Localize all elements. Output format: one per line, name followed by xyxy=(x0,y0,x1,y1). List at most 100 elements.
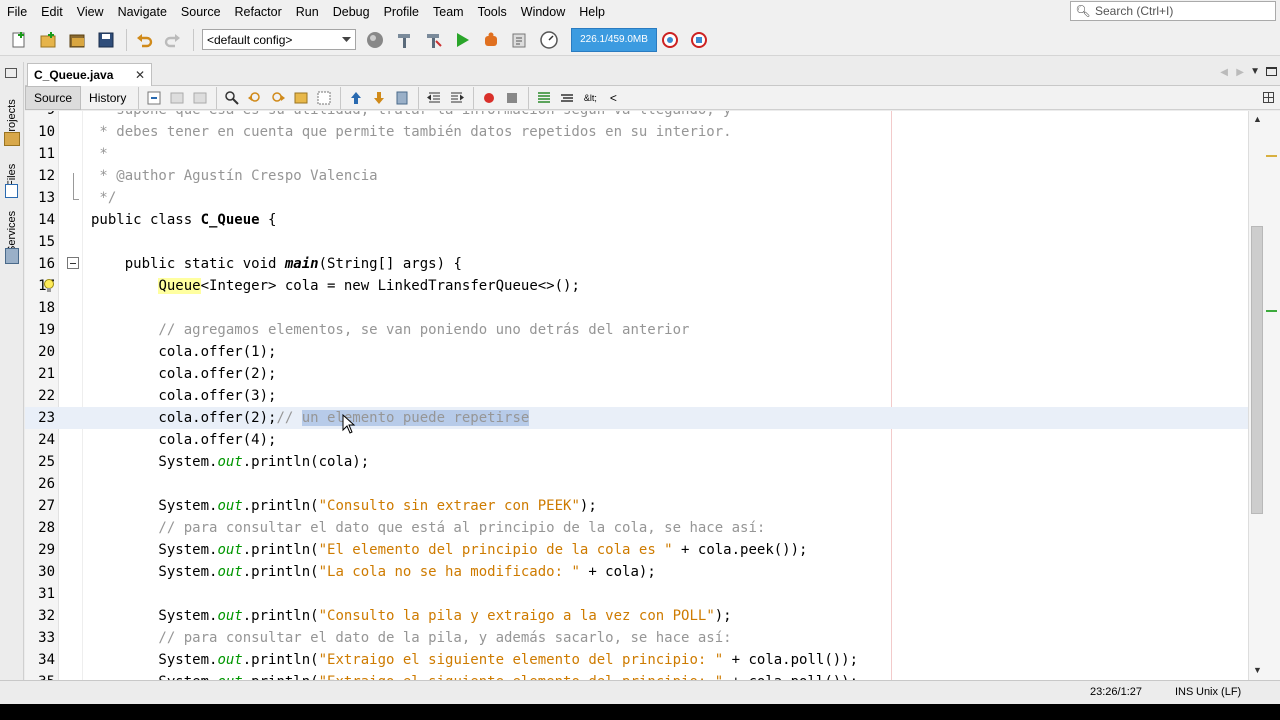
stop-macro-icon[interactable] xyxy=(501,88,523,108)
code-line[interactable]: 10 * debes tener en cuenta que permite t… xyxy=(25,121,1248,143)
tab-history[interactable]: History xyxy=(81,86,134,110)
menu-file[interactable]: File xyxy=(0,0,34,24)
save-all-icon[interactable] xyxy=(93,27,119,53)
code-line[interactable]: 29 System.out.println("El elemento del p… xyxy=(25,539,1248,561)
code-line[interactable]: 17 Queue<Integer> cola = new LinkedTrans… xyxy=(25,275,1248,297)
shift-right-icon[interactable] xyxy=(446,88,468,108)
code-line[interactable]: 24 cola.offer(4); xyxy=(25,429,1248,451)
html-escape-icon[interactable]: &lt; xyxy=(579,88,601,108)
code-line[interactable]: 14 public class C_Queue { xyxy=(25,209,1248,231)
lightbulb-icon[interactable] xyxy=(43,278,55,294)
menu-profile[interactable]: Profile xyxy=(377,0,426,24)
undo-icon[interactable] xyxy=(131,27,157,53)
search-input[interactable]: 🔍︎ Search (Ctrl+I) xyxy=(1070,1,1276,21)
vertical-scrollbar[interactable]: ▲ ▼ xyxy=(1248,111,1264,680)
code-text: Queue<Integer> cola = new LinkedTransfer… xyxy=(158,278,580,294)
code-line[interactable]: 26 xyxy=(25,473,1248,495)
scroll-left-icon[interactable]: ◀ xyxy=(1220,67,1228,78)
error-stripe[interactable] xyxy=(1264,111,1280,680)
forward-icon[interactable] xyxy=(189,88,211,108)
code-line[interactable]: 35 System.out.println("Extraigo el sigui… xyxy=(25,671,1248,680)
record-macro-icon[interactable] xyxy=(478,88,500,108)
restore-window-icon[interactable] xyxy=(5,68,17,78)
find-icon[interactable] xyxy=(221,88,243,108)
snapshot-icon[interactable] xyxy=(686,27,712,53)
code-line[interactable]: 12 * @author Agustín Crespo Valencia xyxy=(25,165,1248,187)
code-line[interactable]: 32 System.out.println("Consulto la pila … xyxy=(25,605,1248,627)
maximize-window-icon[interactable] xyxy=(1266,67,1277,76)
code-line[interactable]: 27 System.out.println("Consulto sin extr… xyxy=(25,495,1248,517)
code-line[interactable]: 33 // para consultar el dato de la pila,… xyxy=(25,627,1248,649)
config-select[interactable]: <default config> xyxy=(202,29,356,50)
menu-tools[interactable]: Tools xyxy=(471,0,514,24)
menu-refactor[interactable]: Refactor xyxy=(228,0,289,24)
code-line[interactable]: 28 // para consultar el dato que está al… xyxy=(25,517,1248,539)
gc-icon[interactable] xyxy=(657,27,683,53)
code-line[interactable]: 31 xyxy=(25,583,1248,605)
code-line[interactable]: 34 System.out.println("Extraigo el sigui… xyxy=(25,649,1248,671)
redo-icon[interactable] xyxy=(160,27,186,53)
scroll-down-icon[interactable]: ▼ xyxy=(1253,665,1262,675)
menu-debug[interactable]: Debug xyxy=(326,0,377,24)
fold-toggle[interactable] xyxy=(67,257,79,269)
debug-icon[interactable] xyxy=(478,27,504,53)
browser-globe-icon[interactable] xyxy=(362,27,388,53)
profile-icon[interactable] xyxy=(507,27,533,53)
code-line[interactable]: 30 System.out.println("La cola no se ha … xyxy=(25,561,1248,583)
menu-help[interactable]: Help xyxy=(572,0,612,24)
menu-source[interactable]: Source xyxy=(174,0,228,24)
tab-source[interactable]: Source xyxy=(25,85,82,110)
code-line[interactable]: 20 cola.offer(1); xyxy=(25,341,1248,363)
chevron-down-icon xyxy=(342,36,351,42)
run-icon[interactable] xyxy=(449,27,475,53)
scroll-up-icon[interactable]: ▲ xyxy=(1253,114,1262,124)
code-line[interactable]: 18 xyxy=(25,297,1248,319)
toggle-bookmark-icon[interactable] xyxy=(391,88,413,108)
scrollbar-thumb[interactable] xyxy=(1251,226,1263,514)
code-line[interactable]: 15 xyxy=(25,231,1248,253)
code-line[interactable]: 13 */ xyxy=(25,187,1248,209)
menu-team[interactable]: Team xyxy=(426,0,471,24)
clean-build-icon[interactable] xyxy=(420,27,446,53)
open-project-icon[interactable] xyxy=(64,27,90,53)
uncomment-icon[interactable] xyxy=(556,88,578,108)
menu-run[interactable]: Run xyxy=(289,0,326,24)
next-bookmark-icon[interactable] xyxy=(368,88,390,108)
show-opened-documents-icon[interactable]: ▼ xyxy=(1250,66,1260,77)
split-window-icon[interactable] xyxy=(1263,92,1274,103)
memory-indicator[interactable]: 226.1/459.0MB xyxy=(571,27,657,52)
warning-marker[interactable] xyxy=(1266,155,1277,157)
find-selection-icon[interactable] xyxy=(290,88,312,108)
new-project-icon[interactable] xyxy=(35,27,61,53)
menu-edit[interactable]: Edit xyxy=(34,0,70,24)
code-line[interactable]: 9 * supone que esa es su utilidad, trata… xyxy=(25,111,1248,121)
file-tab[interactable]: C_Queue.java ✕ xyxy=(27,63,152,86)
code-line[interactable]: 16 public static void main(String[] args… xyxy=(25,253,1248,275)
menu-window[interactable]: Window xyxy=(514,0,572,24)
angle-bracket-icon[interactable]: < xyxy=(602,88,624,108)
menu-navigate[interactable]: Navigate xyxy=(111,0,174,24)
find-previous-icon[interactable] xyxy=(244,88,266,108)
code-line[interactable]: 19 // agregamos elementos, se van ponien… xyxy=(25,319,1248,341)
fold-line xyxy=(73,173,74,199)
last-edit-icon[interactable] xyxy=(143,88,165,108)
profiler-gauge-icon[interactable] xyxy=(536,27,562,53)
code-text: * supone que esa es su utilidad, tratar … xyxy=(91,111,731,121)
back-icon[interactable] xyxy=(166,88,188,108)
toggle-highlight-icon[interactable] xyxy=(313,88,335,108)
code-line[interactable]: 11 * xyxy=(25,143,1248,165)
code-editor[interactable]: 9 * supone que esa es su utilidad, trata… xyxy=(25,111,1248,680)
build-hammer-icon[interactable] xyxy=(391,27,417,53)
code-line[interactable]: 23 cola.offer(2);// un elemento puede re… xyxy=(25,407,1248,429)
close-icon[interactable]: ✕ xyxy=(135,68,145,82)
comment-icon[interactable] xyxy=(533,88,555,108)
menu-view[interactable]: View xyxy=(70,0,111,24)
previous-bookmark-icon[interactable] xyxy=(345,88,367,108)
new-file-icon[interactable] xyxy=(6,27,32,53)
code-line[interactable]: 21 cola.offer(2); xyxy=(25,363,1248,385)
find-next-icon[interactable] xyxy=(267,88,289,108)
scroll-right-icon[interactable]: ▶ xyxy=(1236,67,1244,78)
shift-left-icon[interactable] xyxy=(423,88,445,108)
code-line[interactable]: 22 cola.offer(3); xyxy=(25,385,1248,407)
code-line[interactable]: 25 System.out.println(cola); xyxy=(25,451,1248,473)
